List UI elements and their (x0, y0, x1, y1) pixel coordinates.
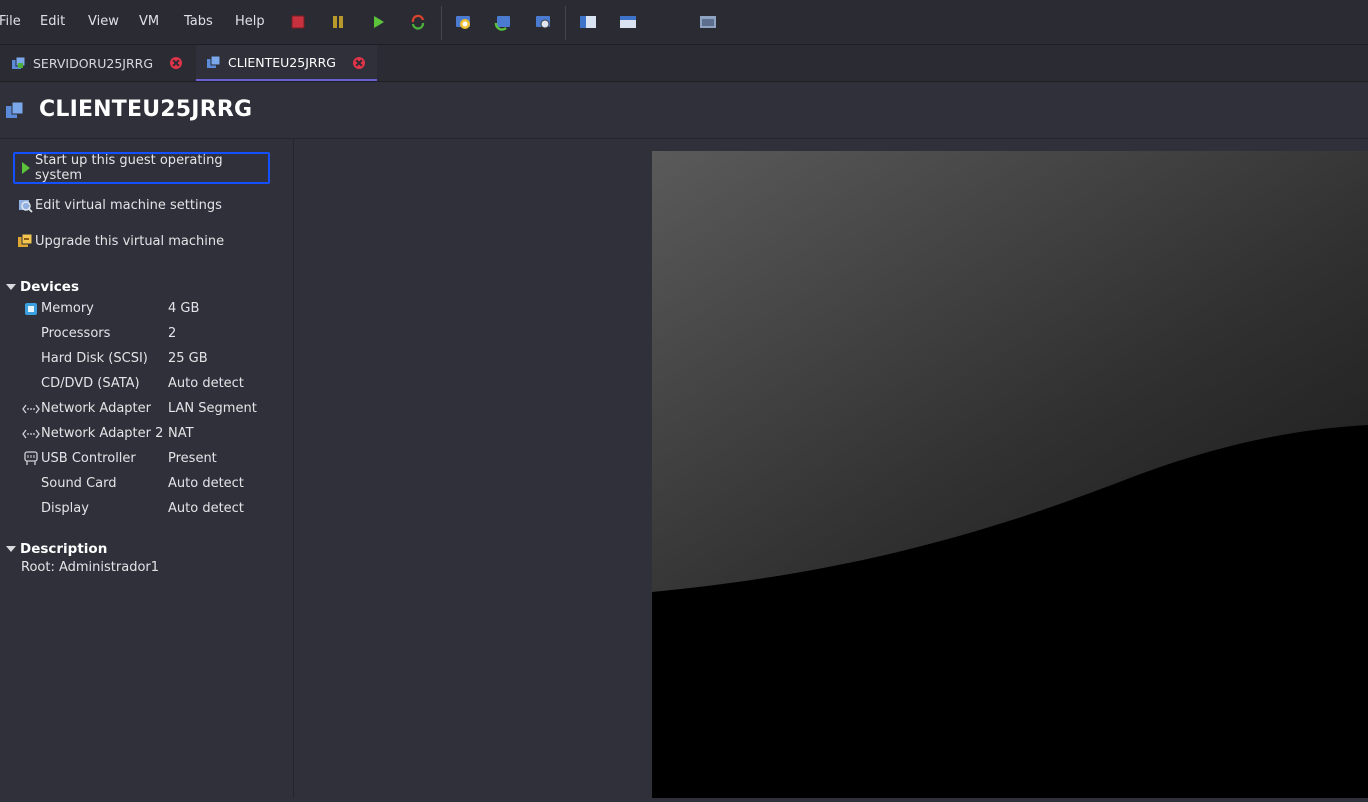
device-row-cd-dvd[interactable]: CD/DVD (SATA) Auto detect (22, 372, 292, 397)
fullscreen-icon[interactable] (617, 11, 639, 33)
tab-bar: SERVIDORU25JRRG CLIENTEU25JRRG (0, 45, 1368, 82)
tab-label: SERVIDORU25JRRG (33, 55, 154, 71)
menu-vm[interactable]: VM (139, 14, 159, 29)
menu-edit[interactable]: Edit (40, 14, 65, 29)
device-name: Network Adapter 2 (41, 426, 164, 441)
devices-heading: Devices (20, 279, 79, 295)
collapse-triangle-icon (6, 284, 16, 290)
sound-card-icon (22, 476, 40, 492)
edit-vm-settings-button[interactable]: Edit virtual machine settings (17, 190, 222, 220)
device-row-processors[interactable]: Processors 2 (22, 322, 292, 347)
power-off-icon[interactable] (287, 11, 309, 33)
device-row-sound-card[interactable]: Sound Card Auto detect (22, 472, 292, 497)
toolbar-separator (441, 6, 442, 40)
snapshot-manager-icon[interactable] (532, 11, 554, 33)
vm-header: CLIENTEU25JRRG (0, 82, 1368, 139)
description-section-toggle[interactable]: Description (6, 541, 107, 557)
upgrade-icon (17, 233, 33, 249)
vm-icon (5, 100, 25, 120)
device-value: 2 (168, 326, 177, 341)
device-row-hard-disk[interactable]: Hard Disk (SCSI) 25 GB (22, 347, 292, 372)
device-name: CD/DVD (SATA) (41, 376, 140, 391)
preview-graphic (652, 151, 1368, 798)
device-value: Auto detect (168, 501, 244, 516)
description-text[interactable]: Root: Administrador1 (21, 560, 159, 575)
device-row-display[interactable]: Display Auto detect (22, 497, 292, 522)
usb-icon (22, 451, 40, 467)
menu-view[interactable]: View (88, 14, 119, 29)
close-tab-icon[interactable] (170, 57, 182, 69)
device-name: Memory (41, 301, 94, 316)
device-row-usb-controller[interactable]: USB Controller Present (22, 447, 292, 472)
device-value: Auto detect (168, 476, 244, 491)
memory-icon (22, 301, 40, 317)
network-adapter-icon (22, 401, 40, 417)
snapshot-icon[interactable] (452, 11, 474, 33)
menu-file[interactable]: File (0, 14, 21, 29)
hard-disk-icon (22, 351, 40, 367)
tab-servidor[interactable]: SERVIDORU25JRRG (0, 45, 193, 81)
cd-dvd-icon (22, 376, 40, 392)
suspend-icon[interactable] (327, 11, 349, 33)
revert-snapshot-icon[interactable] (492, 11, 514, 33)
network-adapter-icon (22, 426, 40, 442)
start-guest-os-label: Start up this guest operating system (35, 153, 223, 183)
device-name: Processors (41, 326, 111, 341)
device-value: Present (168, 451, 217, 466)
description-heading: Description (20, 541, 108, 557)
vm-details-panel: Start up this guest operating system Edi… (0, 139, 294, 798)
edit-vm-settings-label: Edit virtual machine settings (35, 197, 222, 213)
device-name: Sound Card (41, 476, 117, 491)
device-value: NAT (168, 426, 194, 441)
device-value: LAN Segment (168, 401, 257, 416)
upgrade-vm-label: Upgrade this virtual machine (35, 233, 225, 249)
tab-label: CLIENTEU25JRRG (228, 54, 336, 70)
page-title: CLIENTEU25JRRG (39, 97, 253, 122)
menubar: File Edit View VM Tabs Help (0, 0, 1368, 45)
vm-tab-icon (11, 55, 27, 71)
play-icon (21, 161, 31, 175)
tab-cliente[interactable]: CLIENTEU25JRRG (196, 45, 377, 81)
unity-icon[interactable] (697, 11, 719, 33)
device-row-memory[interactable]: Memory 4 GB (22, 297, 292, 322)
collapse-triangle-icon (6, 546, 16, 552)
vm-screen-preview[interactable] (652, 151, 1368, 798)
devices-section-toggle[interactable]: Devices (6, 279, 79, 295)
menu-tabs[interactable]: Tabs (184, 14, 213, 29)
settings-icon (17, 197, 33, 213)
toolbar-separator (565, 6, 566, 40)
console-view-icon[interactable] (577, 11, 599, 33)
vm-tab-icon (206, 54, 222, 70)
display-icon (22, 501, 40, 517)
device-name: Network Adapter (41, 401, 151, 416)
device-value: 4 GB (168, 301, 200, 316)
menu-help[interactable]: Help (235, 14, 265, 29)
start-guest-os-button[interactable]: Start up this guest operating system (13, 152, 270, 184)
device-name: Hard Disk (SCSI) (41, 351, 148, 366)
reset-icon[interactable] (407, 11, 429, 33)
device-value: Auto detect (168, 376, 244, 391)
processor-icon (22, 326, 40, 342)
device-name: Display (41, 501, 89, 516)
device-row-network-adapter-2[interactable]: Network Adapter 2 NAT (22, 422, 292, 447)
close-tab-icon[interactable] (353, 57, 365, 69)
upgrade-vm-button[interactable]: Upgrade this virtual machine (17, 226, 224, 256)
device-value: 25 GB (168, 351, 208, 366)
power-on-icon[interactable] (367, 11, 389, 33)
device-row-network-adapter[interactable]: Network Adapter LAN Segment (22, 397, 292, 422)
device-name: USB Controller (41, 451, 136, 466)
